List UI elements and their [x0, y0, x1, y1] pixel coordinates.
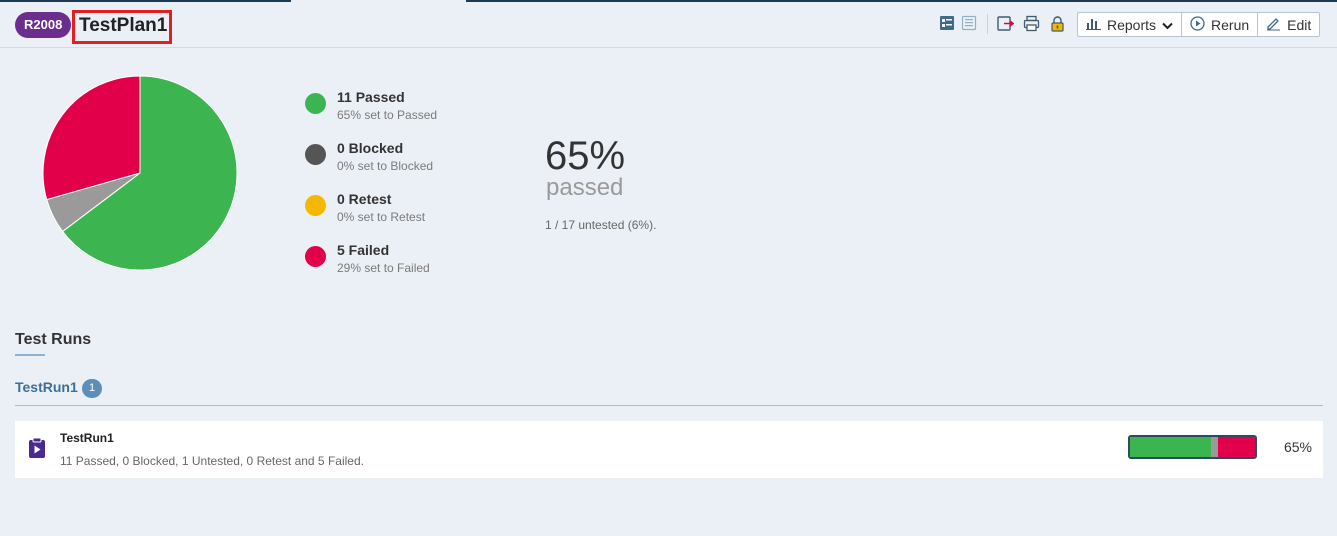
page-header: R2008 TestPlan1 Reports Rerun Edit	[0, 0, 1337, 48]
legend-subtitle: 0% set to Retest	[337, 210, 426, 224]
export-icon[interactable]	[997, 15, 1015, 32]
reports-chart-icon	[1086, 17, 1101, 33]
status-pie-chart	[42, 75, 238, 271]
test-run-clipboard-icon	[28, 437, 46, 464]
run-count-badge: 1	[82, 379, 102, 398]
reports-button[interactable]: Reports	[1078, 13, 1183, 36]
play-circle-icon	[1190, 15, 1205, 34]
test-run-percent: 65%	[1283, 439, 1312, 455]
legend-dot-failed	[305, 246, 326, 267]
legend-subtitle: 0% set to Blocked	[337, 159, 434, 173]
run-group-link[interactable]: TestRun1	[15, 379, 78, 395]
legend-title: 0 Blocked	[337, 140, 404, 156]
legend-dot-retest	[305, 195, 326, 216]
details-view-icon[interactable]	[939, 15, 956, 32]
legend-dot-passed	[305, 93, 326, 114]
passed-label: passed	[546, 174, 624, 201]
lock-icon[interactable]	[1049, 15, 1066, 32]
page-title: TestPlan1	[79, 15, 168, 36]
legend-title: 5 Failed	[337, 242, 390, 258]
test-run-progress-bar	[1128, 435, 1257, 459]
reports-label: Reports	[1107, 16, 1157, 33]
edit-button[interactable]: Edit	[1258, 13, 1319, 36]
untested-summary: 1 / 17 untested (6%).	[545, 218, 657, 232]
print-icon[interactable]	[1023, 15, 1040, 32]
plan-id-badge: R2008	[15, 12, 72, 38]
progress-segment-untested	[1210, 437, 1219, 457]
legend-title: 11 Passed	[337, 89, 405, 105]
rerun-label: Rerun	[1211, 16, 1250, 33]
passed-percentage: 65%	[545, 134, 626, 178]
test-run-row[interactable]: TestRun1 11 Passed, 0 Blocked, 1 Unteste…	[15, 421, 1323, 478]
pencil-icon	[1266, 16, 1281, 34]
legend-dot-blocked	[305, 144, 326, 165]
action-button-group: Reports Rerun Edit	[1077, 12, 1321, 37]
test-run-name[interactable]: TestRun1	[60, 431, 114, 445]
edit-label: Edit	[1287, 16, 1312, 33]
legend-subtitle: 65% set to Passed	[337, 108, 438, 122]
rerun-button[interactable]: Rerun	[1182, 13, 1259, 36]
progress-segment-failed	[1218, 437, 1255, 457]
list-view-icon[interactable]	[961, 15, 978, 32]
toolbar-separator	[987, 14, 988, 34]
chevron-down-icon	[1162, 17, 1173, 33]
heading-underline	[15, 354, 45, 356]
test-run-description: 11 Passed, 0 Blocked, 1 Untested, 0 Rete…	[60, 454, 364, 468]
legend-subtitle: 29% set to Failed	[337, 261, 430, 275]
legend-title: 0 Retest	[337, 191, 392, 207]
group-divider	[15, 405, 1323, 406]
progress-segment-passed	[1130, 437, 1211, 457]
test-runs-heading: Test Runs	[15, 331, 92, 348]
